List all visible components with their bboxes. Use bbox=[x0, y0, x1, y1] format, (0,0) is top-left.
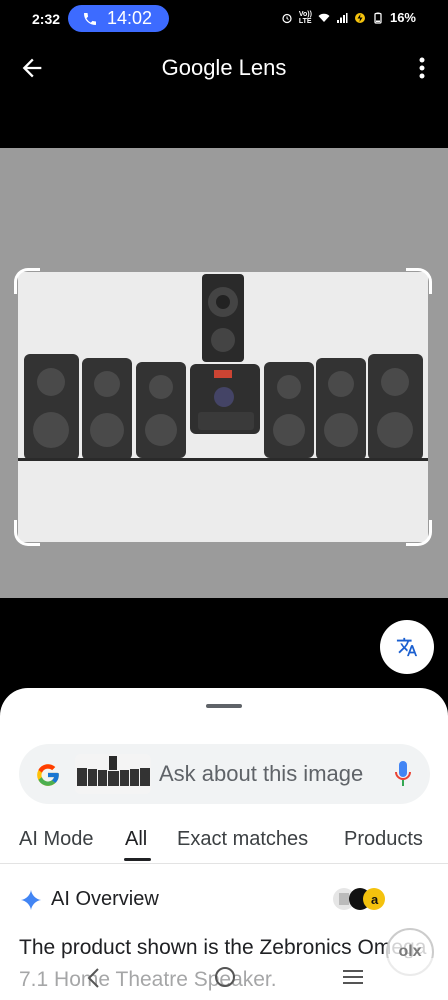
ai-overview-header[interactable]: AI Overview a bbox=[20, 886, 430, 916]
wifi-icon bbox=[318, 13, 330, 22]
translate-icon bbox=[396, 637, 418, 657]
ai-overview-title: AI Overview bbox=[51, 888, 159, 910]
frame-corner-top-left[interactable] bbox=[14, 268, 40, 294]
ai-sparkle-icon bbox=[20, 889, 42, 911]
nav-home-icon[interactable] bbox=[214, 966, 236, 988]
ask-image-search-bar[interactable]: Ask about this image bbox=[19, 744, 430, 804]
svg-text:a: a bbox=[371, 892, 379, 907]
status-bar: 2:32 14:02 Vo)) LTE 16% bbox=[0, 0, 448, 38]
system-navigation-bar bbox=[0, 958, 448, 1000]
nav-recents-icon[interactable] bbox=[342, 968, 364, 986]
phone-icon bbox=[84, 12, 96, 25]
selection-frame[interactable] bbox=[14, 268, 432, 546]
battery-percent: 16% bbox=[389, 10, 416, 25]
frame-corner-bottom-right[interactable] bbox=[406, 520, 432, 546]
lte-label: LTE bbox=[298, 17, 312, 25]
product-image bbox=[18, 272, 428, 542]
app-bar: Google Lens bbox=[0, 38, 448, 100]
alarm-icon bbox=[282, 13, 292, 23]
results-bottom-sheet: Ask about this image AI Mode All Exact m… bbox=[0, 688, 448, 1000]
status-time: 2:32 bbox=[32, 11, 61, 27]
volte-label: Vo)) bbox=[298, 10, 312, 18]
app-title: Google Lens bbox=[161, 55, 287, 80]
drag-handle[interactable] bbox=[206, 704, 242, 708]
search-placeholder: Ask about this image bbox=[159, 761, 364, 786]
status-icons: Vo)) LTE 16% bbox=[281, 10, 416, 25]
image-preview-area bbox=[0, 148, 448, 598]
image-thumbnail[interactable] bbox=[75, 754, 151, 794]
ongoing-call-pill[interactable]: 14:02 bbox=[68, 5, 169, 32]
tab-all[interactable]: All bbox=[125, 828, 147, 851]
signal-icon bbox=[336, 12, 348, 23]
tab-ai-mode[interactable]: AI Mode bbox=[19, 828, 93, 851]
tab-products[interactable]: Products bbox=[344, 828, 423, 851]
frame-corner-top-right[interactable] bbox=[406, 268, 432, 294]
google-logo-icon bbox=[37, 764, 59, 786]
call-timer: 14:02 bbox=[107, 8, 153, 28]
microphone-icon[interactable] bbox=[394, 760, 412, 788]
volte-indicator: Vo)) LTE bbox=[299, 11, 312, 25]
battery-icon bbox=[374, 12, 382, 24]
result-tabs: AI Mode All Exact matches Products bbox=[0, 824, 448, 864]
source-favicons-icon[interactable]: a bbox=[332, 886, 388, 912]
more-options-icon[interactable] bbox=[418, 56, 426, 80]
active-tab-indicator bbox=[124, 858, 151, 861]
frame-corner-bottom-left[interactable] bbox=[14, 520, 40, 546]
nav-back-icon[interactable] bbox=[84, 966, 104, 990]
translate-button[interactable] bbox=[380, 620, 434, 674]
tab-exact-matches[interactable]: Exact matches bbox=[177, 828, 308, 851]
battery-saver-icon bbox=[354, 12, 365, 23]
